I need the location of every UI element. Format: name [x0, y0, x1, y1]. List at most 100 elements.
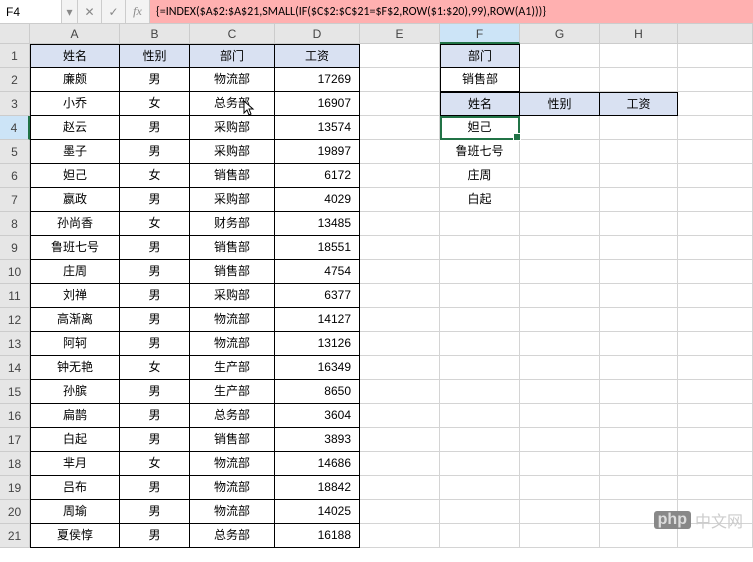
cell-A5[interactable]: 墨子 — [30, 140, 120, 164]
cell-12[interactable] — [678, 308, 753, 332]
cell-G19[interactable] — [520, 476, 600, 500]
cell-E15[interactable] — [360, 380, 440, 404]
cell-5[interactable] — [678, 140, 753, 164]
cell-D20[interactable]: 14025 — [275, 500, 360, 524]
cell-B20[interactable]: 男 — [120, 500, 190, 524]
cell-G1[interactable] — [520, 44, 600, 68]
row-header-14[interactable]: 14 — [0, 356, 30, 380]
cell-F1[interactable]: 部门 — [440, 44, 520, 68]
cell-F6[interactable]: 庄周 — [440, 164, 520, 188]
cell-H5[interactable] — [600, 140, 678, 164]
cell-B18[interactable]: 女 — [120, 452, 190, 476]
cell-D8[interactable]: 13485 — [275, 212, 360, 236]
row-header-13[interactable]: 13 — [0, 332, 30, 356]
cell-E18[interactable] — [360, 452, 440, 476]
row-header-5[interactable]: 5 — [0, 140, 30, 164]
row-header-17[interactable]: 17 — [0, 428, 30, 452]
col-header-E[interactable]: E — [360, 24, 440, 44]
cell-A9[interactable]: 鲁班七号 — [30, 236, 120, 260]
cell-G5[interactable] — [520, 140, 600, 164]
col-header-G[interactable]: G — [520, 24, 600, 44]
cell-F10[interactable] — [440, 260, 520, 284]
col-header-F[interactable]: F — [440, 24, 520, 44]
cell-G12[interactable] — [520, 308, 600, 332]
cell-F4[interactable]: 妲己 — [440, 116, 520, 140]
cell-A19[interactable]: 吕布 — [30, 476, 120, 500]
cell-E17[interactable] — [360, 428, 440, 452]
cell-G11[interactable] — [520, 284, 600, 308]
col-header-A[interactable]: A — [30, 24, 120, 44]
cell-F12[interactable] — [440, 308, 520, 332]
row-header-20[interactable]: 20 — [0, 500, 30, 524]
cell-B8[interactable]: 女 — [120, 212, 190, 236]
cell-D18[interactable]: 14686 — [275, 452, 360, 476]
cell-B17[interactable]: 男 — [120, 428, 190, 452]
cell-13[interactable] — [678, 332, 753, 356]
row-header-3[interactable]: 3 — [0, 92, 30, 116]
cell-H16[interactable] — [600, 404, 678, 428]
cell-G20[interactable] — [520, 500, 600, 524]
cell-16[interactable] — [678, 404, 753, 428]
cell-E12[interactable] — [360, 308, 440, 332]
cell-E8[interactable] — [360, 212, 440, 236]
cell-H12[interactable] — [600, 308, 678, 332]
cell-A14[interactable]: 钟无艳 — [30, 356, 120, 380]
row-header-4[interactable]: 4 — [0, 116, 30, 140]
row-header-12[interactable]: 12 — [0, 308, 30, 332]
cell-C3[interactable]: 总务部 — [190, 92, 275, 116]
cell-E7[interactable] — [360, 188, 440, 212]
cell-A7[interactable]: 嬴政 — [30, 188, 120, 212]
cell-H9[interactable] — [600, 236, 678, 260]
cell-A12[interactable]: 高渐离 — [30, 308, 120, 332]
cell-A17[interactable]: 白起 — [30, 428, 120, 452]
col-header-H[interactable]: H — [600, 24, 678, 44]
cell-H3[interactable]: 工资 — [600, 92, 678, 116]
cell-G10[interactable] — [520, 260, 600, 284]
cell-G21[interactable] — [520, 524, 600, 548]
row-header-21[interactable]: 21 — [0, 524, 30, 548]
row-header-16[interactable]: 16 — [0, 404, 30, 428]
cancel-formula-button[interactable]: ✕ — [78, 0, 102, 23]
cell-A21[interactable]: 夏侯惇 — [30, 524, 120, 548]
cell-F11[interactable] — [440, 284, 520, 308]
cell-H18[interactable] — [600, 452, 678, 476]
cell-A11[interactable]: 刘禅 — [30, 284, 120, 308]
cell-C11[interactable]: 采购部 — [190, 284, 275, 308]
cell-C1[interactable]: 部门 — [190, 44, 275, 68]
cell-H6[interactable] — [600, 164, 678, 188]
cell-D7[interactable]: 4029 — [275, 188, 360, 212]
cell-B6[interactable]: 女 — [120, 164, 190, 188]
row-header-18[interactable]: 18 — [0, 452, 30, 476]
cell-C19[interactable]: 物流部 — [190, 476, 275, 500]
cell-D15[interactable]: 8650 — [275, 380, 360, 404]
cell-A13[interactable]: 阿轲 — [30, 332, 120, 356]
cell-A18[interactable]: 芈月 — [30, 452, 120, 476]
fx-button[interactable]: fx — [126, 0, 150, 23]
cell-F20[interactable] — [440, 500, 520, 524]
cell-C16[interactable]: 总务部 — [190, 404, 275, 428]
col-header-x[interactable] — [678, 24, 753, 44]
cell-H17[interactable] — [600, 428, 678, 452]
cell-17[interactable] — [678, 428, 753, 452]
cell-C20[interactable]: 物流部 — [190, 500, 275, 524]
cell-B1[interactable]: 性别 — [120, 44, 190, 68]
cell-G3[interactable]: 性别 — [520, 92, 600, 116]
cell-F19[interactable] — [440, 476, 520, 500]
cell-F8[interactable] — [440, 212, 520, 236]
spreadsheet-grid[interactable]: ABCDEFGH1姓名性别部门工资部门2廉颇男物流部17269销售部3小乔女总务… — [0, 24, 753, 548]
cell-G14[interactable] — [520, 356, 600, 380]
cell-B7[interactable]: 男 — [120, 188, 190, 212]
cell-A8[interactable]: 孙尚香 — [30, 212, 120, 236]
cell-B11[interactable]: 男 — [120, 284, 190, 308]
cell-B5[interactable]: 男 — [120, 140, 190, 164]
cell-14[interactable] — [678, 356, 753, 380]
cell-3[interactable] — [678, 92, 753, 116]
cell-F21[interactable] — [440, 524, 520, 548]
cell-D10[interactable]: 4754 — [275, 260, 360, 284]
name-box[interactable]: F4 — [0, 0, 62, 23]
cell-F5[interactable]: 鲁班七号 — [440, 140, 520, 164]
cell-G2[interactable] — [520, 68, 600, 92]
cell-D19[interactable]: 18842 — [275, 476, 360, 500]
row-header-10[interactable]: 10 — [0, 260, 30, 284]
formula-input[interactable]: {=INDEX($A$2:$A$21,SMALL(IF($C$2:$C$21=$… — [150, 0, 753, 23]
